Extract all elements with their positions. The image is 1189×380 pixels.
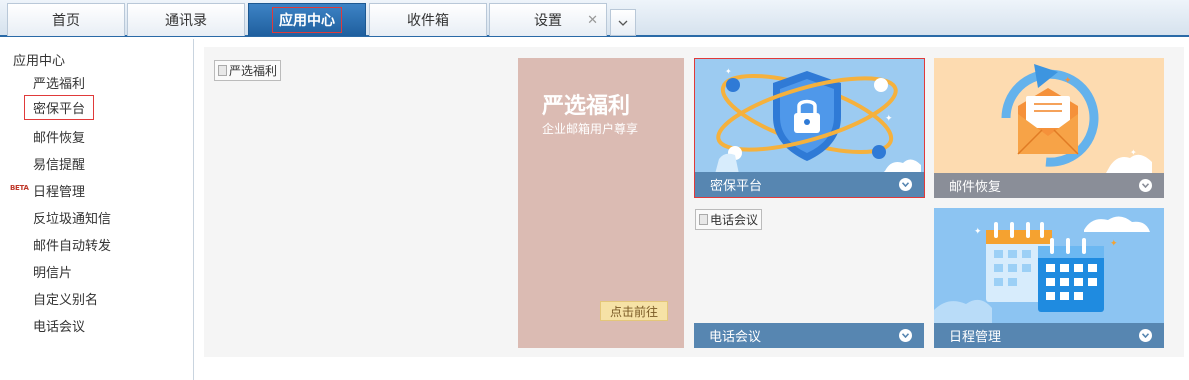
calendar-illustration: ✦ ✦ — [934, 216, 1150, 323]
tab-settings[interactable]: 设置 ✕ — [489, 3, 607, 36]
card-label: 密保平台 — [710, 179, 763, 194]
sidebar-item-security[interactable]: 密保平台 — [24, 95, 95, 120]
app-card-mail-recovery[interactable]: ✦ ✦ 邮件恢复 — [934, 58, 1164, 198]
beta-badge: BETA — [10, 184, 29, 192]
card-caption: 密保平台 — [695, 172, 924, 197]
phone-meeting-broken-image[interactable]: 电话会议 — [695, 209, 763, 230]
chevron-down-icon[interactable] — [1139, 329, 1152, 342]
broken-image-icon — [699, 214, 708, 225]
svg-text:✦: ✦ — [974, 227, 982, 237]
app-card-phone-meeting[interactable]: 电话会议 — [694, 323, 924, 348]
tab-label: 应用中心 — [272, 7, 342, 33]
svg-text:✦: ✦ — [1130, 148, 1137, 157]
tab-app-center[interactable]: 应用中心 — [248, 3, 366, 36]
card-label: 邮件恢复 — [949, 180, 1002, 195]
card-caption: 邮件恢复 — [934, 173, 1164, 198]
tab-label: 设置 — [534, 13, 562, 29]
broken-image-icon — [218, 65, 227, 76]
sidebar-item-phone-meeting[interactable]: 电话会议 — [33, 316, 85, 335]
sidebar-header: 应用中心 — [13, 54, 66, 69]
banner-broken-image[interactable]: 严选福利 — [214, 60, 282, 81]
shield-lock-illustration: ✦ ✦ — [715, 67, 921, 174]
mail-recovery-illustration: ✦ ✦ — [1001, 64, 1152, 173]
svg-text:✦: ✦ — [725, 67, 732, 76]
promo-subtitle: 企业邮箱用户尊享 — [542, 122, 639, 136]
card-caption: 电话会议 — [694, 323, 924, 348]
svg-text:✦: ✦ — [1064, 76, 1072, 86]
sidebar-item-antispam[interactable]: 反垃圾通知信 — [33, 208, 111, 227]
svg-text:✦: ✦ — [1110, 239, 1118, 249]
tab-inbox[interactable]: 收件箱 — [369, 3, 487, 36]
sidebar-item-calendar[interactable]: 日程管理 — [33, 181, 85, 200]
sidebar: 应用中心 严选福利 密保平台 邮件恢复 易信提醒 BETA 日程管理 反垃圾通知… — [0, 39, 194, 380]
sidebar-item-yixin-reminder[interactable]: 易信提醒 — [33, 154, 85, 173]
card-label: 电话会议 — [709, 330, 762, 345]
tab-home[interactable]: 首页 — [7, 3, 125, 36]
app-card-security[interactable]: ✦ ✦ 密保平台 — [694, 58, 925, 198]
chevron-down-icon[interactable] — [899, 329, 912, 342]
chevron-down-icon[interactable] — [1139, 179, 1152, 192]
tab-contacts[interactable]: 通讯录 — [127, 3, 245, 36]
go-button[interactable]: 点击前往 — [600, 301, 668, 321]
promo-tile[interactable]: 严选福利 企业邮箱用户尊享 点击前往 — [518, 58, 684, 348]
sidebar-item-yanxuan[interactable]: 严选福利 — [33, 73, 85, 92]
sidebar-item-mail-recovery[interactable]: 邮件恢复 — [33, 127, 85, 146]
close-icon[interactable]: ✕ — [587, 13, 598, 28]
sidebar-item-postcard[interactable]: 明信片 — [33, 262, 72, 281]
top-tab-bar: 首页 通讯录 应用中心 收件箱 设置 ✕ — [0, 0, 1189, 37]
card-label: 日程管理 — [949, 330, 1002, 345]
sidebar-item-auto-forward[interactable]: 邮件自动转发 — [33, 235, 111, 254]
tab-label: 收件箱 — [407, 13, 449, 29]
chevron-down-icon[interactable] — [610, 9, 636, 36]
image-alt-text: 严选福利 — [229, 64, 278, 78]
tab-label: 通讯录 — [165, 13, 207, 29]
promo-title: 严选福利 — [542, 94, 631, 119]
app-card-calendar[interactable]: ✦ ✦ 日程管理 — [934, 208, 1164, 348]
svg-text:✦: ✦ — [885, 114, 893, 124]
card-caption: 日程管理 — [934, 323, 1164, 348]
sidebar-item-alias[interactable]: 自定义别名 — [33, 289, 98, 308]
chevron-down-icon[interactable] — [899, 178, 912, 191]
tab-label: 首页 — [52, 13, 80, 29]
image-alt-text: 电话会议 — [710, 213, 759, 227]
